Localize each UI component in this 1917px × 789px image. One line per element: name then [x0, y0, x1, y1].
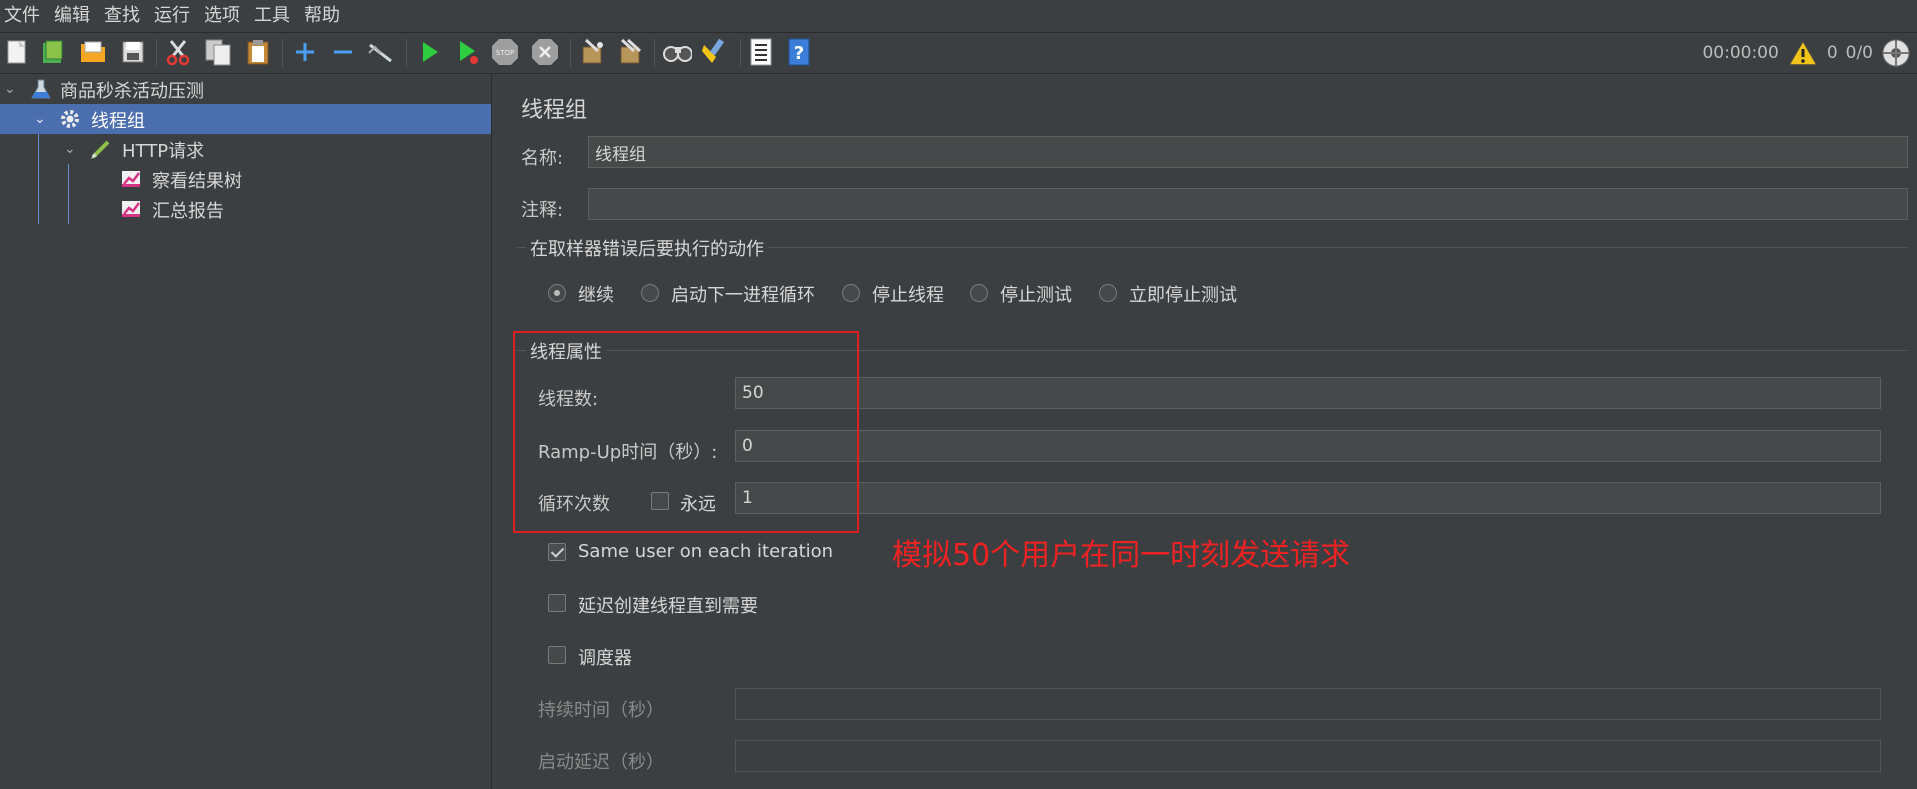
comment-field[interactable] — [588, 188, 1908, 220]
tree-guide-line — [38, 134, 39, 224]
name-field[interactable] — [588, 136, 1908, 168]
tree-item-view-results-tree[interactable]: 察看结果树 — [0, 164, 491, 194]
active-threads: 0/0 — [1845, 43, 1873, 63]
radio-stop-test-now-label: 立即停止测试 — [1129, 285, 1237, 306]
radio-stop-test-label: 停止测试 — [1000, 285, 1072, 306]
chevron-down-icon[interactable]: ⌄ — [64, 142, 78, 156]
menu-options[interactable]: 选项 — [198, 0, 248, 32]
comment-label: 注释: — [521, 200, 564, 221]
startup-delay-field[interactable] — [735, 740, 1881, 772]
search-icon[interactable] — [662, 37, 692, 67]
svg-text:STOP: STOP — [496, 49, 514, 57]
open-icon[interactable] — [78, 37, 108, 67]
menu-search[interactable]: 查找 — [98, 0, 148, 32]
tree-item-summary-report[interactable]: 汇总报告 — [0, 194, 491, 224]
radio-continue-label: 继续 — [578, 285, 614, 306]
warning-icon[interactable] — [1787, 39, 1819, 67]
tree-item-label: 商品秒杀活动压测 — [60, 81, 204, 102]
panel-title: 线程组 — [521, 98, 588, 123]
same-user-label: Same user on each iteration — [578, 541, 834, 562]
reset-search-icon[interactable] — [700, 37, 730, 67]
gear-icon — [59, 108, 81, 130]
sampler-pen-icon — [90, 138, 112, 160]
radio-stop-test-now[interactable] — [1099, 284, 1117, 302]
test-plan-icon — [30, 78, 52, 100]
threads-field[interactable] — [735, 377, 1881, 409]
name-label: 名称: — [521, 148, 564, 169]
add-icon[interactable] — [290, 37, 320, 67]
toolbar: STOP ? 00:00:00 0 0/0 — [0, 33, 1917, 74]
elapsed-timer: 00:00:00 — [1702, 43, 1779, 63]
delay-create-label: 延迟创建线程直到需要 — [578, 596, 758, 617]
tree-item-http-request[interactable]: ⌄ HTTP请求 — [0, 134, 491, 164]
rampup-field[interactable] — [735, 430, 1881, 462]
toolbar-separator — [282, 39, 283, 67]
scheduler-label: 调度器 — [578, 648, 632, 669]
chevron-down-icon[interactable]: ⌄ — [4, 82, 18, 96]
menu-bar: 文件 编辑 查找 运行 选项 工具 帮助 — [0, 0, 1917, 33]
warning-count: 0 — [1826, 43, 1838, 63]
menu-run[interactable]: 运行 — [148, 0, 198, 32]
listener-chart-icon — [120, 168, 142, 190]
test-plan-tree: ⌄ 商品秒杀活动压测 ⌄ 线程组 ⌄ HTTP请求 察看结果树 汇总报告 — [0, 74, 492, 789]
tree-item-label: 线程组 — [91, 111, 145, 132]
remove-icon[interactable] — [328, 37, 358, 67]
tree-guide-line — [68, 164, 69, 224]
duration-field[interactable] — [735, 688, 1881, 720]
tree-item-test-plan[interactable]: ⌄ 商品秒杀活动压测 — [0, 74, 491, 104]
toolbar-separator — [740, 39, 741, 67]
shutdown-icon[interactable] — [530, 37, 560, 67]
svg-text:?: ? — [794, 43, 804, 64]
save-icon[interactable] — [118, 37, 148, 67]
startup-delay-label: 启动延迟（秒） — [538, 752, 664, 773]
radio-stop-thread-label: 停止线程 — [872, 285, 944, 306]
thread-group-panel: 线程组 名称: 注释: 在取样器错误后要执行的动作 继续 启动下一进程循环 停止… — [492, 74, 1917, 789]
toggle-icon[interactable] — [366, 37, 396, 67]
scheduler-checkbox[interactable] — [548, 646, 566, 664]
tree-item-thread-group[interactable]: ⌄ 线程组 — [0, 104, 491, 134]
toolbar-separator — [406, 39, 407, 67]
highlight-box — [513, 331, 859, 533]
radio-start-next-loop-label: 启动下一进程循环 — [671, 285, 815, 306]
menu-tools[interactable]: 工具 — [248, 0, 298, 32]
start-icon[interactable] — [414, 37, 444, 67]
function-helper-icon[interactable] — [746, 37, 776, 67]
listener-chart-icon — [120, 198, 142, 220]
help-icon[interactable]: ? — [784, 37, 814, 67]
menu-help[interactable]: 帮助 — [298, 0, 348, 32]
paste-icon[interactable] — [243, 37, 273, 67]
toolbar-separator — [570, 39, 571, 67]
menu-edit[interactable]: 编辑 — [48, 0, 98, 32]
annotation-text: 模拟50个用户在同一时刻发送请求 — [892, 538, 1351, 573]
clear-icon[interactable] — [578, 37, 608, 67]
duration-label: 持续时间（秒） — [538, 700, 664, 721]
radio-start-next-loop[interactable] — [641, 284, 659, 302]
templates-icon[interactable] — [38, 37, 68, 67]
loop-count-field[interactable] — [735, 482, 1881, 514]
error-action-title: 在取样器错误后要执行的动作 — [526, 235, 768, 261]
same-user-checkbox[interactable] — [548, 543, 566, 561]
stop-icon[interactable]: STOP — [490, 37, 520, 67]
status-area: 00:00:00 0 0/0 — [1702, 33, 1917, 73]
tree-item-label: HTTP请求 — [122, 141, 205, 162]
new-icon[interactable] — [2, 37, 32, 67]
chevron-down-icon[interactable]: ⌄ — [34, 112, 48, 126]
radio-continue[interactable] — [548, 284, 566, 302]
cut-icon[interactable] — [163, 37, 193, 67]
radio-stop-thread[interactable] — [842, 284, 860, 302]
menu-file[interactable]: 文件 — [0, 0, 48, 32]
copy-icon[interactable] — [203, 37, 233, 67]
toolbar-separator — [654, 39, 655, 67]
toolbar-separator — [156, 39, 157, 67]
radio-stop-test[interactable] — [970, 284, 988, 302]
tree-item-label: 察看结果树 — [152, 171, 242, 192]
tree-item-label: 汇总报告 — [152, 201, 224, 222]
start-no-pause-icon[interactable] — [452, 37, 482, 67]
clear-all-icon[interactable] — [616, 37, 646, 67]
delay-create-checkbox[interactable] — [548, 594, 566, 612]
remote-status-icon — [1881, 38, 1911, 68]
